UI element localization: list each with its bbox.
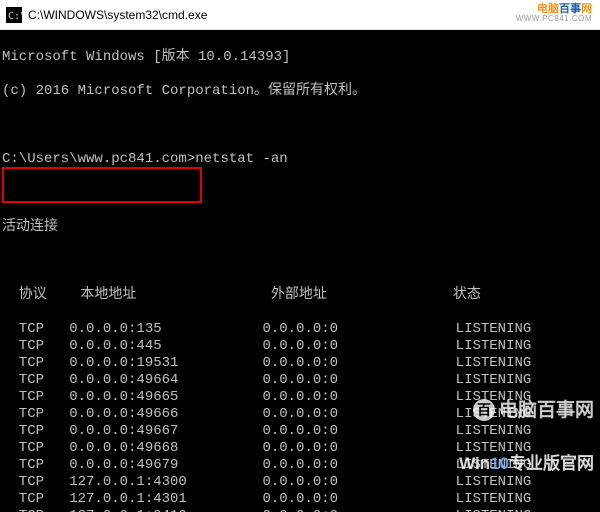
table-row: TCP 0.0.0.0:49679 0.0.0.0:0 LISTENING (2, 457, 600, 474)
svg-text:C:\: C:\ (8, 11, 22, 22)
section-title: 活动连接 (2, 219, 600, 236)
table-row: TCP 0.0.0.0:49665 0.0.0.0:0 LISTENING (2, 389, 600, 406)
banner-line: Microsoft Windows [版本 10.0.14393] (2, 49, 600, 66)
table-row: TCP 127.0.0.1:4300 0.0.0.0:0 LISTENING (2, 474, 600, 491)
table-row: TCP 0.0.0.0:49664 0.0.0.0:0 LISTENING (2, 372, 600, 389)
prompt-line: C:\Users\www.pc841.com>netstat -an (2, 151, 600, 168)
watermark-top: 电脑百事网 WWW.PC841.COM (516, 4, 592, 23)
cmd-icon: C:\ (6, 7, 22, 23)
table-row: TCP 0.0.0.0:49668 0.0.0.0:0 LISTENING (2, 440, 600, 457)
banner-line: (c) 2016 Microsoft Corporation。保留所有权利。 (2, 83, 600, 100)
window-title: C:\WINDOWS\system32\cmd.exe (28, 8, 207, 22)
table-row: TCP 0.0.0.0:445 0.0.0.0:0 LISTENING (2, 338, 600, 355)
table-row: TCP 0.0.0.0:49666 0.0.0.0:0 LISTENING (2, 406, 600, 423)
terminal-output[interactable]: Microsoft Windows [版本 10.0.14393] (c) 20… (0, 30, 600, 512)
table-row: TCP 0.0.0.0:49667 0.0.0.0:0 LISTENING (2, 423, 600, 440)
table-row: TCP 127.0.0.1:4301 0.0.0.0:0 LISTENING (2, 491, 600, 508)
table-row: TCP 127.0.0.1:9410 0.0.0.0:0 LISTENING (2, 508, 600, 512)
window-title-bar[interactable]: C:\ C:\WINDOWS\system32\cmd.exe 电脑百事网 WW… (0, 0, 600, 30)
table-header: 协议 本地地址 外部地址 状态 (2, 287, 600, 304)
table-row: TCP 0.0.0.0:19531 0.0.0.0:0 LISTENING (2, 355, 600, 372)
table-row: TCP 0.0.0.0:135 0.0.0.0:0 LISTENING (2, 321, 600, 338)
